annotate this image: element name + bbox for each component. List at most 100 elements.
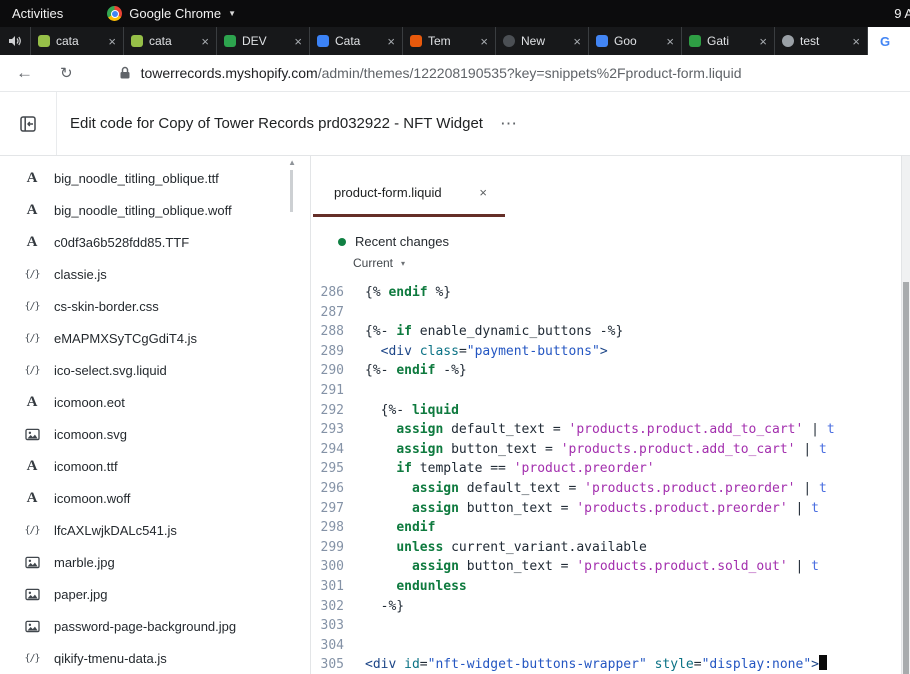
tab-close-icon[interactable]: × (108, 35, 116, 48)
code-file-icon: {/} (23, 653, 41, 664)
tab-close-icon[interactable]: × (759, 35, 767, 48)
browser-tab[interactable]: cata × (30, 27, 123, 55)
version-dropdown[interactable]: Current ▾ (311, 256, 898, 270)
file-name: big_noodle_titling_oblique.woff (54, 203, 232, 218)
file-name: c0df3a6b528fdd85.TTF (54, 235, 189, 250)
file-item[interactable]: password-page-background.jpg (0, 610, 310, 642)
file-item[interactable]: Aicomoon.eot (0, 386, 310, 418)
file-item[interactable]: marble.jpg (0, 546, 310, 578)
scroll-up-icon[interactable]: ▲ (288, 158, 296, 167)
code-editor-pane: product-form.liquid × Recent changes Cur… (310, 156, 910, 674)
file-name: lfcAXLwjkDALc541.js (54, 523, 177, 538)
code-line: assign button_text = 'products.product.p… (365, 499, 901, 519)
grid-plus-icon (689, 35, 701, 47)
url-path: /admin/themes/122208190535?key=snippets%… (318, 65, 742, 81)
browser-address-bar: ← ↻ towerrecords.myshopify.com/admin/the… (0, 55, 910, 92)
code-line: {% endif %} (365, 283, 901, 303)
file-item[interactable]: Aicomoon.ttf (0, 450, 310, 482)
code-line: endif (365, 518, 901, 538)
tab-close-icon[interactable]: × (573, 35, 581, 48)
tab-close-icon[interactable]: × (294, 35, 302, 48)
google-ads-icon (596, 35, 608, 47)
browser-tab[interactable]: Tem× (402, 27, 495, 55)
code-line: assign button_text = 'products.product.s… (365, 557, 901, 577)
file-item[interactable]: {/}qikify-tmenu-data.js (0, 642, 310, 674)
tab-close-icon[interactable]: × (480, 35, 488, 48)
line-number: 297 (311, 499, 344, 519)
editor-scrollbar-thumb[interactable] (903, 282, 909, 674)
file-name: paper.jpg (54, 587, 108, 602)
tab-title: cata (56, 34, 102, 48)
sidebar-scrollbar-thumb[interactable] (290, 170, 293, 212)
line-number: 289 (311, 342, 344, 362)
tab-close-icon[interactable]: × (201, 35, 209, 48)
active-app-menu[interactable]: Google Chrome ▼ (107, 6, 236, 21)
file-name: icomoon.woff (54, 491, 130, 506)
collapse-sidebar-button[interactable] (0, 92, 57, 155)
file-item[interactable]: Aicomoon.woff (0, 482, 310, 514)
tab-close-icon[interactable]: × (387, 35, 395, 48)
code-line: {%- if enable_dynamic_buttons -%} (365, 322, 901, 342)
code-line: assign default_text = 'products.product.… (365, 420, 901, 440)
code-line: <div id="nft-widget-buttons-wrapper" sty… (365, 655, 901, 674)
line-number: 293 (311, 420, 344, 440)
globe-icon (782, 35, 794, 47)
file-item[interactable]: paper.jpg (0, 578, 310, 610)
file-name: marble.jpg (54, 555, 115, 570)
tab-close-icon[interactable]: × (666, 35, 674, 48)
file-item[interactable]: Abig_noodle_titling_oblique.ttf (0, 162, 310, 194)
tab-title: Gati (707, 34, 753, 48)
chevron-down-icon: ▼ (228, 9, 236, 18)
more-actions-button[interactable]: ⋯ (500, 114, 518, 134)
browser-tab[interactable]: New × (495, 27, 588, 55)
file-item[interactable]: icomoon.svg (0, 418, 310, 450)
line-number: 296 (311, 479, 344, 499)
google-g-icon: G (880, 34, 890, 49)
close-icon[interactable]: × (479, 185, 487, 200)
url-field[interactable]: towerrecords.myshopify.com/admin/themes/… (141, 65, 742, 81)
file-item[interactable]: {/}ico-select.svg.liquid (0, 354, 310, 386)
tab-title: New (521, 34, 567, 48)
file-item[interactable]: {/}cs-skin-border.css (0, 290, 310, 322)
file-list: Abig_noodle_titling_oblique.ttfAbig_nood… (0, 156, 310, 674)
file-name: ico-select.svg.liquid (54, 363, 167, 378)
code-editor[interactable]: 2862872882892902912922932942952962972982… (311, 283, 901, 674)
code-file-icon: {/} (23, 269, 41, 280)
browser-tab[interactable]: Cata× (309, 27, 402, 55)
code-line: unless current_variant.available (365, 538, 901, 558)
file-name: icomoon.eot (54, 395, 125, 410)
image-file-icon (23, 620, 41, 633)
line-number: 305 (311, 655, 344, 674)
speaker-icon (0, 27, 30, 55)
active-browser-tab[interactable]: G (867, 27, 910, 55)
code-line: if template == 'product.preorder' (365, 459, 901, 479)
line-number: 286 (311, 283, 344, 303)
tab-close-icon[interactable]: × (852, 35, 860, 48)
browser-tab[interactable]: Goo× (588, 27, 681, 55)
back-button[interactable]: ← (16, 63, 33, 83)
file-name: big_noodle_titling_oblique.ttf (54, 171, 219, 186)
active-app-name: Google Chrome (129, 6, 221, 21)
theme-file-sidebar: Abig_noodle_titling_oblique.ttfAbig_nood… (0, 156, 310, 674)
reload-button[interactable]: ↻ (60, 64, 73, 82)
file-name: icomoon.ttf (54, 459, 118, 474)
browser-tab[interactable]: test × (774, 27, 867, 55)
tab-title: test (800, 34, 846, 48)
browser-tab[interactable]: DEV× (216, 27, 309, 55)
browser-tab[interactable]: cata× (123, 27, 216, 55)
browser-tab[interactable]: Gati × (681, 27, 774, 55)
file-item[interactable]: Ac0df3a6b528fdd85.TTF (0, 226, 310, 258)
lock-icon[interactable] (119, 66, 131, 80)
file-item[interactable]: {/}eMAPMXSyTCgGdiT4.js (0, 322, 310, 354)
file-item[interactable]: Abig_noodle_titling_oblique.woff (0, 194, 310, 226)
editor-scrollbar[interactable] (901, 156, 910, 674)
url-domain: towerrecords.myshopify.com (141, 65, 318, 81)
line-number: 304 (311, 636, 344, 656)
file-item[interactable]: {/}classie.js (0, 258, 310, 290)
file-item[interactable]: {/}lfcAXLwjkDALc541.js (0, 514, 310, 546)
line-number: 301 (311, 577, 344, 597)
version-label: Current (353, 256, 393, 270)
open-file-tab[interactable]: product-form.liquid × (313, 170, 505, 217)
activities-button[interactable]: Activities (12, 6, 63, 21)
flag-icon (410, 35, 422, 47)
